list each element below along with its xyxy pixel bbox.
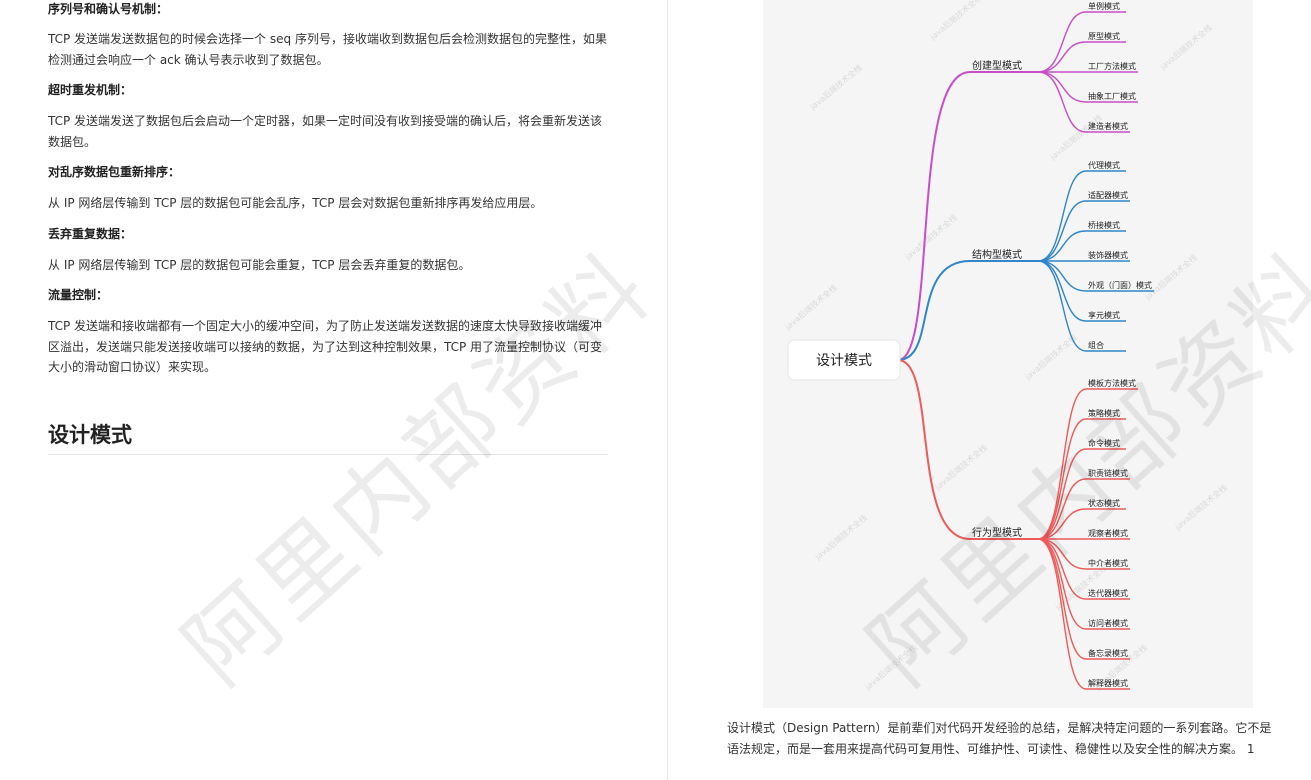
- mindmap-leaf-label: 享元模式: [1088, 310, 1120, 320]
- mindmap-leaf-label: 解释器模式: [1088, 678, 1128, 688]
- paragraph-timeout-retransmit: TCP 发送端发送了数据包后会启动一个定时器，如果一定时间没有收到接受端的确认后…: [48, 114, 603, 149]
- mindmap-connector: [897, 359, 1038, 540]
- section-title: 设计模式: [48, 423, 132, 447]
- mindmap-leaf-label: 访问者模式: [1088, 618, 1128, 628]
- mindmap-leaf-label: 原型模式: [1088, 31, 1120, 41]
- mindmap-watermark-text: java后端技术全栈: [782, 282, 839, 332]
- mindmap-caption: 设计模式（Design Pattern）是前辈们对代码开发经验的总结，是解决特定…: [727, 721, 1272, 756]
- paragraph-drop-duplicate: 从 IP 网络层传输到 TCP 层的数据包可能会重复，TCP 层会丢弃重复的数据…: [48, 258, 471, 272]
- mindmap-branch-group: 行为型模式 模板方法模式策略模式命令模式职责链模式状态模式观察者模式中介者模式迭代…: [897, 359, 1138, 690]
- mindmap-watermark-text: java后端技术全栈: [902, 212, 959, 262]
- mindmap-branch-group: 创建型模式 单例模式原型模式工厂方法模式抽象工厂模式建造者模式: [897, 1, 1138, 361]
- mindmap-branch-label: 行为型模式: [972, 526, 1022, 539]
- mindmap-root: 设计模式: [787, 339, 901, 381]
- mindmap-leaf-label: 命令模式: [1088, 438, 1120, 448]
- mindmap-watermark-text: java后端技术全栈: [1022, 332, 1079, 382]
- mindmap-leaf-label: 适配器模式: [1088, 190, 1128, 200]
- mindmap-leaf-label: 策略模式: [1088, 408, 1120, 418]
- section-title-rule: [48, 454, 608, 455]
- heading-drop-duplicate: 丢弃重复数据：: [48, 227, 133, 241]
- mindmap-leaf-label: 工厂方法模式: [1088, 61, 1136, 71]
- mindmap-branch-group: 结构型模式 代理模式适配器模式桥接模式装饰器模式外观（门面）模式享元模式组合: [897, 160, 1154, 361]
- mindmap-leaf-label: 代理模式: [1088, 160, 1120, 170]
- mindmap-leaf-label: 职责链模式: [1088, 468, 1128, 478]
- mindmap-leaf-connector: [1037, 170, 1126, 262]
- mindmap-leaf-label: 迭代器模式: [1088, 588, 1128, 598]
- mindmap-watermark-text: java后端技术全栈: [812, 512, 869, 562]
- mindmap-watermark-text: java后端技术全栈: [1047, 112, 1104, 162]
- paragraph-flow-control: TCP 发送端和接收端都有一个固定大小的缓冲空间，为了防止发送端发送数据的速度太…: [48, 319, 603, 374]
- mindmap-leaf-label: 模板方法模式: [1088, 378, 1136, 388]
- mindmap-watermark-text: java后端技术全栈: [1157, 22, 1214, 72]
- mindmap-leaf-label: 抽象工厂模式: [1088, 91, 1136, 101]
- heading-seq-ack: 序列号和确认号机制：: [48, 2, 169, 16]
- mindmap-leaf-label: 观察者模式: [1088, 528, 1128, 538]
- mindmap-leaf-connector: [1037, 260, 1126, 352]
- mindmap-branch-label: 创建型模式: [972, 59, 1022, 72]
- mindmap-watermark-text: java后端技术全栈: [927, 0, 984, 42]
- heading-reorder: 对乱序数据包重新排序：: [48, 165, 181, 179]
- heading-timeout-retransmit: 超时重发机制：: [48, 83, 133, 97]
- mindmap-leaf-label: 装饰器模式: [1088, 250, 1128, 260]
- mindmap-leaf-label: 中介者模式: [1088, 558, 1128, 568]
- mindmap-leaf-label: 单例模式: [1088, 1, 1120, 11]
- mindmap-leaf-label: 状态模式: [1088, 498, 1120, 508]
- left-page: 序列号和确认号机制： TCP 发送端发送数据包的时候会选择一个 seq 序列号，…: [0, 0, 673, 780]
- paragraph-seq-ack: TCP 发送端发送数据包的时候会选择一个 seq 序列号，接收端收到数据包后会检…: [48, 32, 607, 67]
- watermark-left: 阿里内部资料: [164, 232, 673, 706]
- mindmap-watermark-text: java后端技术全栈: [932, 442, 989, 492]
- mindmap-leaf-label: 备忘录模式: [1088, 648, 1128, 658]
- right-page: java后端技术全栈 java后端技术全栈 java后端技术全栈 java后端技术全栈…: [668, 0, 1311, 780]
- paragraph-reorder: 从 IP 网络层传输到 TCP 层的数据包可能会乱序，TCP 层会对数据包重新排…: [48, 196, 543, 210]
- mindmap-leaf-label: 组合: [1088, 340, 1104, 350]
- mindmap-root-label: 设计模式: [816, 353, 872, 369]
- mindmap-diagram: java后端技术全栈 java后端技术全栈 java后端技术全栈 java后端技术全栈…: [782, 0, 1229, 692]
- heading-flow-control: 流量控制：: [48, 288, 109, 302]
- mindmap-watermark-text: java后端技术全栈: [807, 62, 864, 112]
- mindmap-leaf-label: 建造者模式: [1088, 121, 1128, 131]
- mindmap-leaf-label: 桥接模式: [1088, 220, 1120, 230]
- mindmap-watermark-text: java后端技术全栈: [1172, 482, 1229, 532]
- mindmap-connector: [897, 71, 1038, 361]
- mindmap-branch-label: 结构型模式: [972, 248, 1022, 261]
- mindmap-leaf-label: 外观（门面）模式: [1088, 280, 1152, 290]
- mindmap-watermark-text: java后端技术全栈: [1142, 252, 1199, 302]
- mindmap-watermark-text: java后端技术全栈: [862, 642, 919, 692]
